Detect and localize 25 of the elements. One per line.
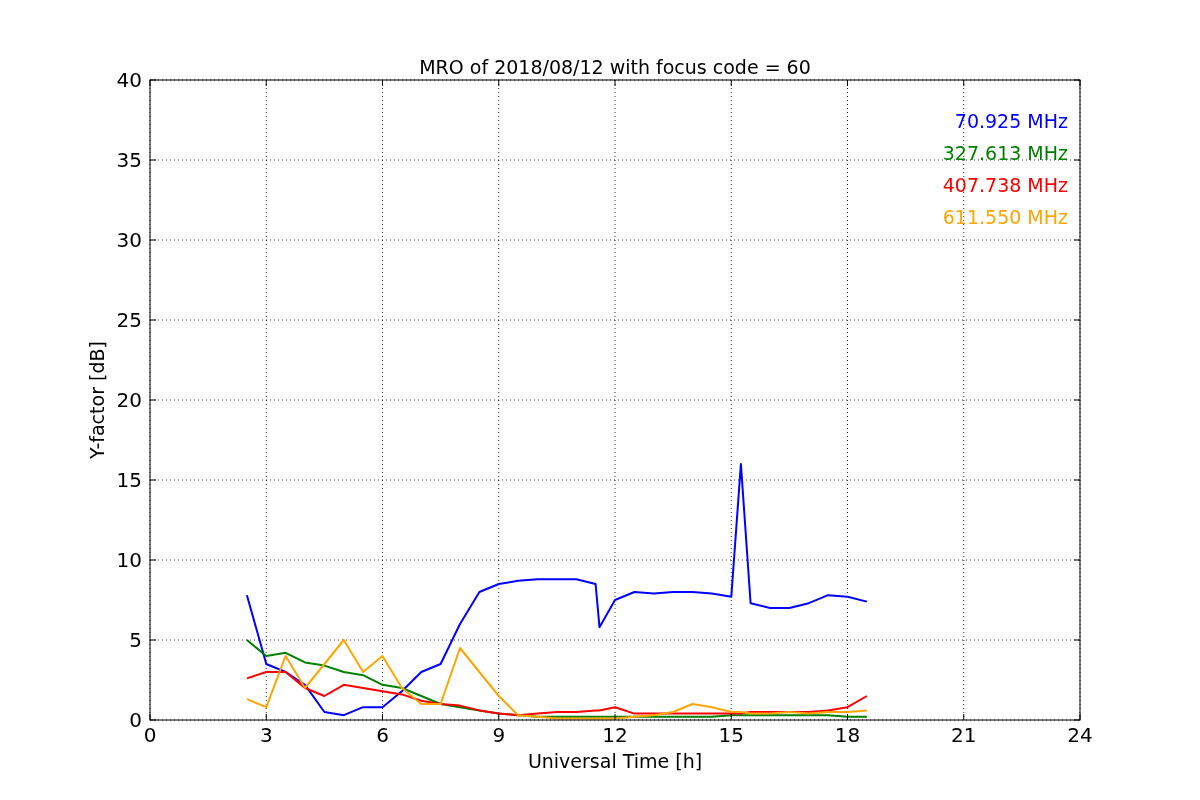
y-axis-label: Y-factor [dB] (86, 341, 108, 459)
y-tick-label: 25 (116, 308, 142, 332)
x-axis-label: Universal Time [h] (527, 750, 703, 772)
x-tick-label: 18 (834, 723, 861, 747)
y-tick-label: 35 (116, 148, 142, 172)
legend-label: 611.550 MHz (942, 206, 1068, 228)
y-tick-label: 40 (116, 68, 142, 92)
legend-label: 70.925 MHz (954, 110, 1068, 132)
y-tick-label: 20 (116, 388, 142, 412)
legend-label: 407.738 MHz (942, 174, 1068, 196)
x-tick-label: 3 (259, 723, 273, 747)
y-tick-label: 15 (116, 468, 142, 492)
chart-title: MRO of 2018/08/12 with focus code = 60 (419, 56, 811, 78)
x-tick-label: 0 (143, 723, 157, 747)
x-tick-label: 12 (602, 723, 628, 747)
x-tick-label: 6 (376, 723, 389, 747)
x-tick-label: 9 (492, 723, 506, 747)
y-tick-label: 10 (116, 548, 142, 572)
x-tick-label: 21 (951, 723, 977, 747)
y-tick-label: 5 (129, 628, 142, 652)
legend-label: 327.613 MHz (942, 142, 1068, 164)
y-tick-label: 30 (116, 228, 142, 252)
x-tick-label: 15 (718, 723, 744, 747)
x-tick-label: 24 (1067, 723, 1093, 747)
y-tick-label: 0 (129, 708, 142, 732)
